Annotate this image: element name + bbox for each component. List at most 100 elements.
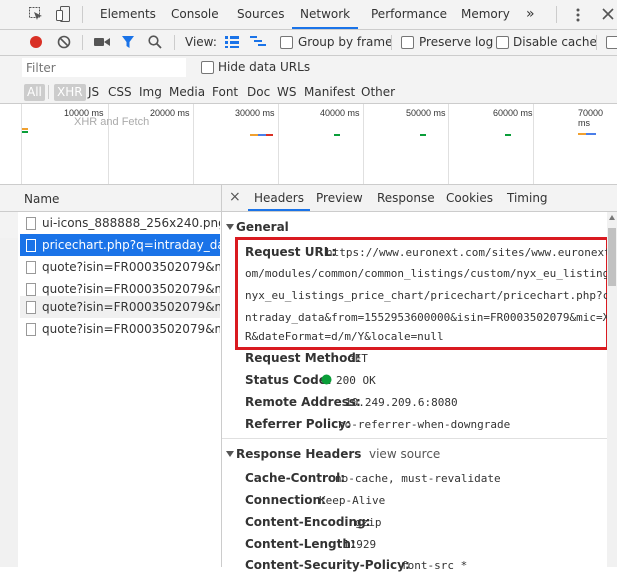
tab-console[interactable]: Console xyxy=(171,0,219,29)
tab-preview[interactable]: Preview xyxy=(316,185,363,211)
collapse-triangle-icon[interactable] xyxy=(226,223,234,231)
request-row[interactable]: ui-icons_888888_256x240.png xyxy=(20,212,220,234)
type-filter-doc[interactable]: Doc xyxy=(247,84,270,101)
file-icon xyxy=(26,239,36,252)
xhr-fetch-tooltip: XHR and Fetch xyxy=(74,116,150,128)
inspect-element-icon[interactable] xyxy=(29,7,43,21)
timeline-bar xyxy=(334,134,340,136)
scroll-gutter-cap xyxy=(0,212,18,238)
filter-input[interactable] xyxy=(22,58,186,77)
request-name: pricechart.php?q=intraday_dat... xyxy=(42,238,220,252)
device-toolbar-icon[interactable] xyxy=(56,6,70,22)
request-method-label: Request Method: xyxy=(245,351,361,365)
search-icon[interactable] xyxy=(148,35,162,49)
preserve-log-checkbox[interactable] xyxy=(401,36,414,49)
general-section-title[interactable]: General xyxy=(236,220,289,234)
cache-control-value: no-cache, must-revalidate xyxy=(335,472,501,485)
divider xyxy=(82,35,83,50)
content-length-label: Content-Length: xyxy=(245,537,356,551)
request-row[interactable]: quote?isin=FR0003502079&mi... xyxy=(20,318,220,340)
referrer-policy-value: no-referrer-when-downgrade xyxy=(338,418,511,431)
cache-control-label: Cache-Control: xyxy=(245,471,346,485)
timeline-bar xyxy=(505,134,511,136)
request-url-line: om/modules/common/common_listings/custom… xyxy=(245,267,610,280)
divider xyxy=(556,6,557,23)
file-icon xyxy=(26,283,36,296)
timeline-bar xyxy=(22,131,28,133)
offline-checkbox[interactable] xyxy=(606,36,617,49)
type-filter-media[interactable]: Media xyxy=(169,84,205,101)
tab-cookies[interactable]: Cookies xyxy=(446,185,493,211)
timeline-gridline xyxy=(448,104,449,184)
timeline-tick-label: 20000 ms xyxy=(150,108,190,118)
filter-icon[interactable] xyxy=(121,35,135,49)
timeline-bar xyxy=(22,128,28,130)
content-security-policy-label: Content-Security-Policy: xyxy=(245,558,410,572)
detail-scrollbar-thumb[interactable] xyxy=(608,228,616,286)
type-filter-all[interactable]: All xyxy=(24,84,45,101)
timeline-tick-label: 50000 ms xyxy=(406,108,446,118)
content-encoding-label: Content-Encoding: xyxy=(245,515,371,529)
timeline-gridline xyxy=(278,104,279,184)
status-code-label: Status Code: xyxy=(245,373,332,387)
divider xyxy=(174,35,175,50)
kebab-menu-icon[interactable] xyxy=(576,8,580,22)
type-filter-ws[interactable]: WS xyxy=(277,84,296,101)
response-headers-section-title[interactable]: Response Headers xyxy=(236,447,361,461)
referrer-policy-label: Referrer Policy: xyxy=(245,417,351,431)
type-filter-js[interactable]: JS xyxy=(88,84,99,101)
type-filter-other[interactable]: Other xyxy=(361,84,395,101)
clear-icon[interactable] xyxy=(57,35,71,49)
remote-address-value: 10.249.209.6:8080 xyxy=(345,396,458,409)
timeline-bar xyxy=(420,134,426,136)
timeline-tick-label: 30000 ms xyxy=(235,108,275,118)
divider xyxy=(596,35,597,50)
connection-value: Keep-Alive xyxy=(319,494,386,507)
tab-timing[interactable]: Timing xyxy=(507,185,548,211)
divider xyxy=(48,85,49,99)
request-row-selected[interactable]: pricechart.php?q=intraday_dat... xyxy=(20,234,220,256)
request-row[interactable]: quote?isin=FR0003502079&mi... xyxy=(20,256,220,278)
file-icon xyxy=(26,301,36,314)
hide-data-urls-checkbox[interactable] xyxy=(201,61,214,74)
timeline-gridline xyxy=(193,104,194,184)
tab-sources[interactable]: Sources xyxy=(237,0,284,29)
type-filter-manifest[interactable]: Manifest xyxy=(304,84,355,101)
type-filter-img[interactable]: Img xyxy=(139,84,162,101)
request-name: quote?isin=FR0003502079&mi... xyxy=(42,260,220,274)
group-by-frame-checkbox[interactable] xyxy=(280,36,293,49)
tab-response[interactable]: Response xyxy=(377,185,435,211)
preserve-log-label: Preserve log xyxy=(419,35,494,49)
timeline-bar xyxy=(266,134,273,136)
tab-elements[interactable]: Elements xyxy=(100,0,156,29)
scroll-up-arrow-icon[interactable] xyxy=(609,215,615,220)
content-encoding-value: gzip xyxy=(355,516,382,529)
record-icon[interactable] xyxy=(29,35,43,49)
type-filter-xhr[interactable]: XHR xyxy=(54,84,86,101)
more-tabs-button[interactable]: » xyxy=(526,0,535,29)
type-filter-css[interactable]: CSS xyxy=(108,84,132,101)
remote-address-label: Remote Address: xyxy=(245,395,361,409)
close-devtools-icon[interactable] xyxy=(602,8,614,20)
request-row[interactable]: quote?isin=FR0003502079&mi... xyxy=(20,296,220,318)
large-rows-icon[interactable] xyxy=(225,36,239,48)
collapse-triangle-icon[interactable] xyxy=(226,450,234,458)
waterfall-icon[interactable] xyxy=(250,36,266,48)
type-filter-font[interactable]: Font xyxy=(212,84,238,101)
video-camera-icon[interactable] xyxy=(94,36,110,48)
timeline-bar xyxy=(578,133,586,135)
file-icon xyxy=(26,217,36,230)
request-url-label: Request URL: xyxy=(245,245,337,259)
timeline-gridline xyxy=(363,104,364,184)
name-column-header[interactable]: Name xyxy=(24,192,59,206)
tab-network[interactable]: Network xyxy=(292,0,359,29)
tab-headers[interactable]: Headers xyxy=(248,185,310,211)
tab-performance[interactable]: Performance xyxy=(371,0,447,29)
timeline-tick-label: 60000 ms xyxy=(493,108,533,118)
disable-cache-checkbox[interactable] xyxy=(496,36,509,49)
close-detail-icon[interactable]: × xyxy=(229,189,241,205)
tab-memory[interactable]: Memory xyxy=(461,0,510,29)
view-source-link[interactable]: view source xyxy=(369,447,440,461)
request-method-value: GET xyxy=(348,352,368,365)
view-label: View: xyxy=(185,35,217,49)
